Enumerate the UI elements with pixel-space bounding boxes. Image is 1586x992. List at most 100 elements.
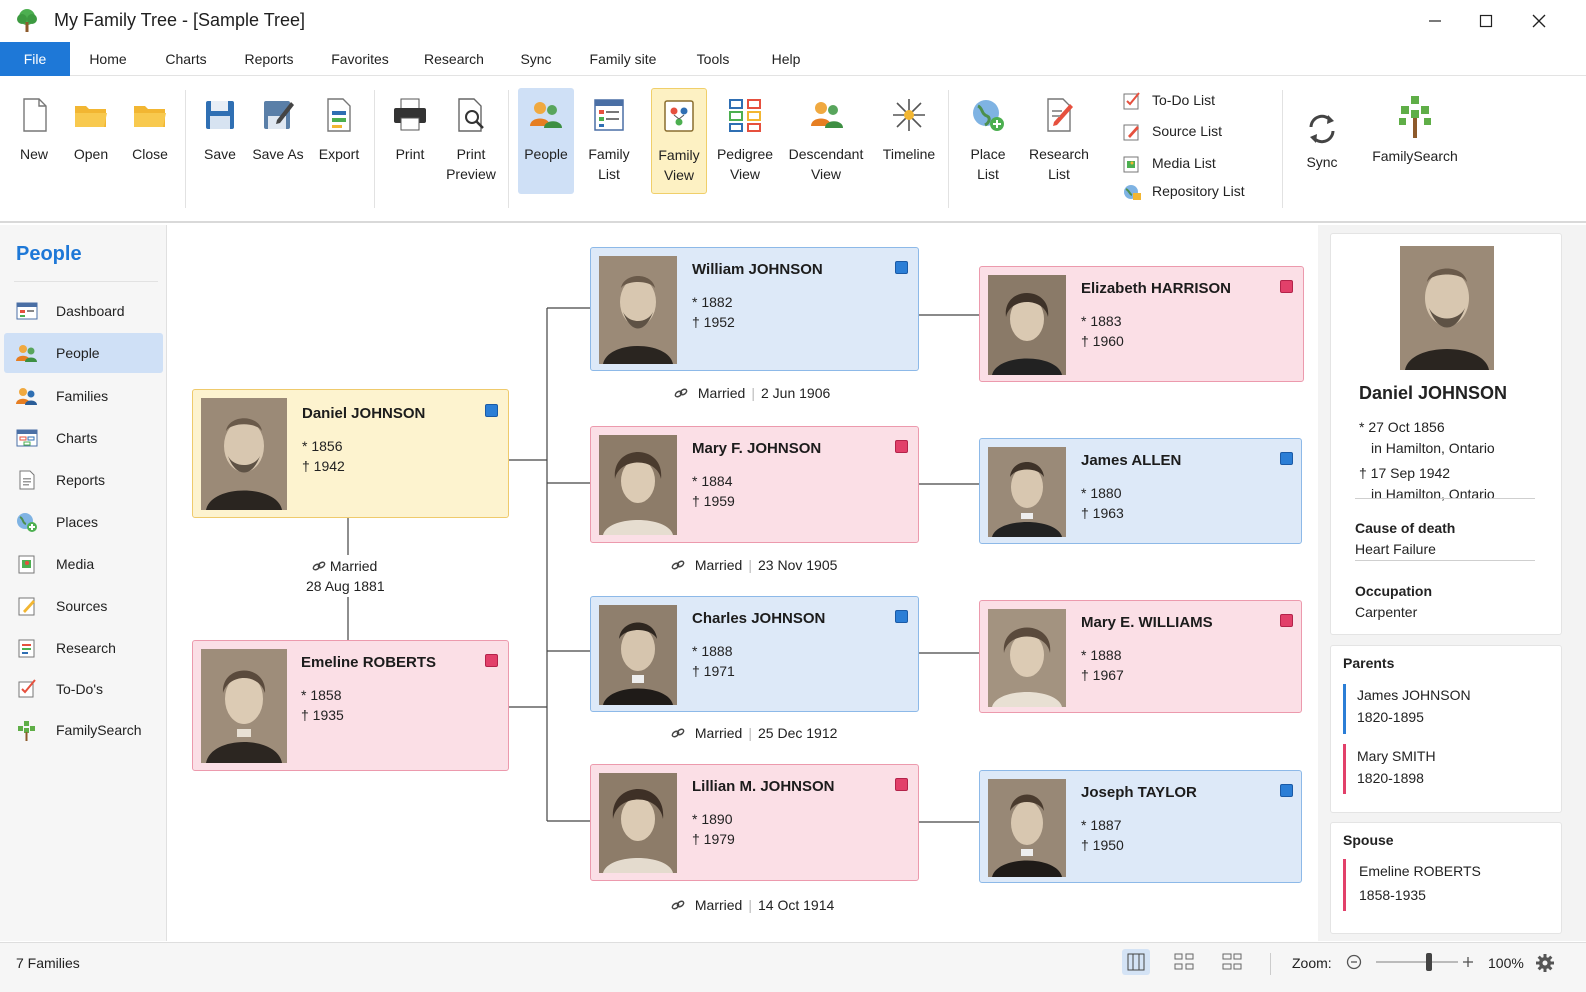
place-list-button[interactable]: Place List [960,88,1016,194]
export-button[interactable]: Export [310,88,368,194]
sidebar-item-reports[interactable]: Reports [4,460,163,500]
sidebar-item-todos[interactable]: To-Do's [4,669,163,709]
zoom-out-button[interactable] [1346,954,1362,973]
timeline-label: Timeline [882,146,936,162]
media-list-button[interactable]: Media List [1122,153,1242,175]
descendant-layout-icon [1222,953,1242,970]
menu-file[interactable]: File [0,42,70,76]
view-mode-family-button[interactable] [1122,949,1150,975]
sidebar-item-places[interactable]: Places [4,502,163,542]
spouse-name[interactable]: Emeline ROBERTS [1359,863,1481,879]
menu-home[interactable]: Home [80,42,136,76]
sync-button[interactable]: Sync [1296,88,1348,194]
zoom-slider-thumb[interactable] [1425,953,1432,971]
person-summary: Daniel JOHNSON * 27 Oct 1856 in Hamilton… [1330,233,1562,635]
sidebar-item-dashboard[interactable]: Dashboard [4,291,163,331]
person-photo [988,779,1066,877]
todo-check-icon [1123,92,1140,110]
save-button[interactable]: Save [194,88,246,194]
view-mode-pedigree-button[interactable] [1170,949,1198,975]
married-text: Married [694,897,743,913]
person-card-in-law[interactable]: Joseph TAYLOR * 1887 † 1950 [979,770,1302,883]
new-button[interactable]: New [8,88,60,194]
print-preview-button[interactable]: Print Preview [440,88,502,194]
repository-list-button[interactable]: Repository List [1122,181,1262,203]
family-view-button[interactable]: Family View [651,88,707,194]
menu-sync[interactable]: Sync [512,42,560,76]
divider [1355,560,1535,561]
details-death-date: † 17 Sep 1942 [1359,465,1451,481]
person-card-child[interactable]: Mary F. JOHNSON * 1884 † 1959 [590,426,919,543]
save-as-button[interactable]: Save As [250,88,306,194]
close-button[interactable]: Close [122,88,178,194]
family-list-label: Family List [580,144,638,184]
descendant-view-button[interactable]: Descendant View [786,88,866,194]
sidebar-item-familysearch[interactable]: FamilySearch [4,710,163,750]
sidebar: People Dashboard People Families Charts … [0,225,167,941]
sidebar-item-families[interactable]: Families [4,376,163,416]
person-card-root[interactable]: Daniel JOHNSON * 1856 † 1942 [192,389,509,518]
place-list-label: Place List [960,144,1016,184]
zoom-slider[interactable] [1376,953,1458,971]
research-list-button[interactable]: Research List [1026,88,1092,194]
death-year: † 1952 [692,314,735,330]
research-list-icon [1047,98,1073,132]
person-card-child[interactable]: Charles JOHNSON * 1888 † 1971 [590,596,919,712]
person-card-in-law[interactable]: James ALLEN * 1880 † 1963 [979,438,1302,544]
family-view-label-line1: Family [658,147,700,163]
print-button[interactable]: Print [384,88,436,194]
person-card-in-law[interactable]: Mary E. WILLIAMS * 1888 † 1967 [979,600,1302,713]
source-list-button[interactable]: Source List [1122,121,1242,143]
familysearch-button[interactable]: FamilySearch [1368,88,1462,194]
family-list-button[interactable]: Family List [580,88,638,194]
maximize-button[interactable] [1463,6,1509,36]
close-window-button[interactable] [1516,6,1562,36]
menu-favorites[interactable]: Favorites [324,42,396,76]
pedigree-view-button[interactable]: Pedigree View [714,88,776,194]
familysearch-label: FamilySearch [1372,148,1458,164]
sidebar-item-sources[interactable]: Sources [4,586,163,626]
link-icon [674,388,688,398]
menu-research[interactable]: Research [418,42,490,76]
open-button[interactable]: Open [64,88,118,194]
person-card-in-law[interactable]: Elizabeth HARRISON * 1883 † 1960 [979,266,1304,382]
details-death-place: in Hamilton, Ontario [1371,486,1495,502]
sidebar-item-people[interactable]: People [4,333,163,373]
menu-reports[interactable]: Reports [236,42,302,76]
settings-button[interactable] [1535,953,1555,976]
sidebar-item-research[interactable]: Research [4,628,163,668]
person-card-child[interactable]: Lillian M. JOHNSON * 1890 † 1979 [590,764,919,881]
menu-charts[interactable]: Charts [158,42,214,76]
zoom-in-button[interactable] [1462,952,1474,973]
people-icon [530,102,562,128]
minimize-button[interactable] [1412,6,1458,36]
sidebar-item-label: FamilySearch [56,722,142,738]
menu-help[interactable]: Help [762,42,810,76]
timeline-button[interactable]: Timeline [878,88,940,194]
menu-family-site[interactable]: Family site [582,42,664,76]
female-marker [895,778,908,791]
sidebar-divider [14,281,158,282]
parent-name[interactable]: Mary SMITH [1357,748,1436,764]
parent-years: 1820-1895 [1357,709,1424,725]
death-year: † 1979 [692,831,735,847]
sidebar-item-media[interactable]: Media [4,544,163,584]
birth-year: * 1882 [692,294,733,310]
person-photo [988,447,1066,537]
menu-tools[interactable]: Tools [686,42,740,76]
place-list-label-line1: Place [970,146,1006,162]
sync-icon [1309,114,1335,144]
parent-name[interactable]: James JOHNSON [1357,687,1471,703]
todo-list-button[interactable]: To-Do List [1122,90,1242,112]
person-card-spouse[interactable]: Emeline ROBERTS * 1858 † 1935 [192,640,509,771]
female-marker [485,654,498,667]
details-name: Daniel JOHNSON [1359,383,1508,403]
view-mode-descendant-button[interactable] [1218,949,1246,975]
person-card-child[interactable]: William JOHNSON * 1882 † 1952 [590,247,919,371]
sidebar-item-charts[interactable]: Charts [4,418,163,458]
ribbon-separator [948,90,949,208]
female-marker [1280,280,1293,293]
person-photo [988,609,1066,707]
people-view-button[interactable]: People [518,88,574,194]
sidebar-item-label: Media [56,556,95,572]
